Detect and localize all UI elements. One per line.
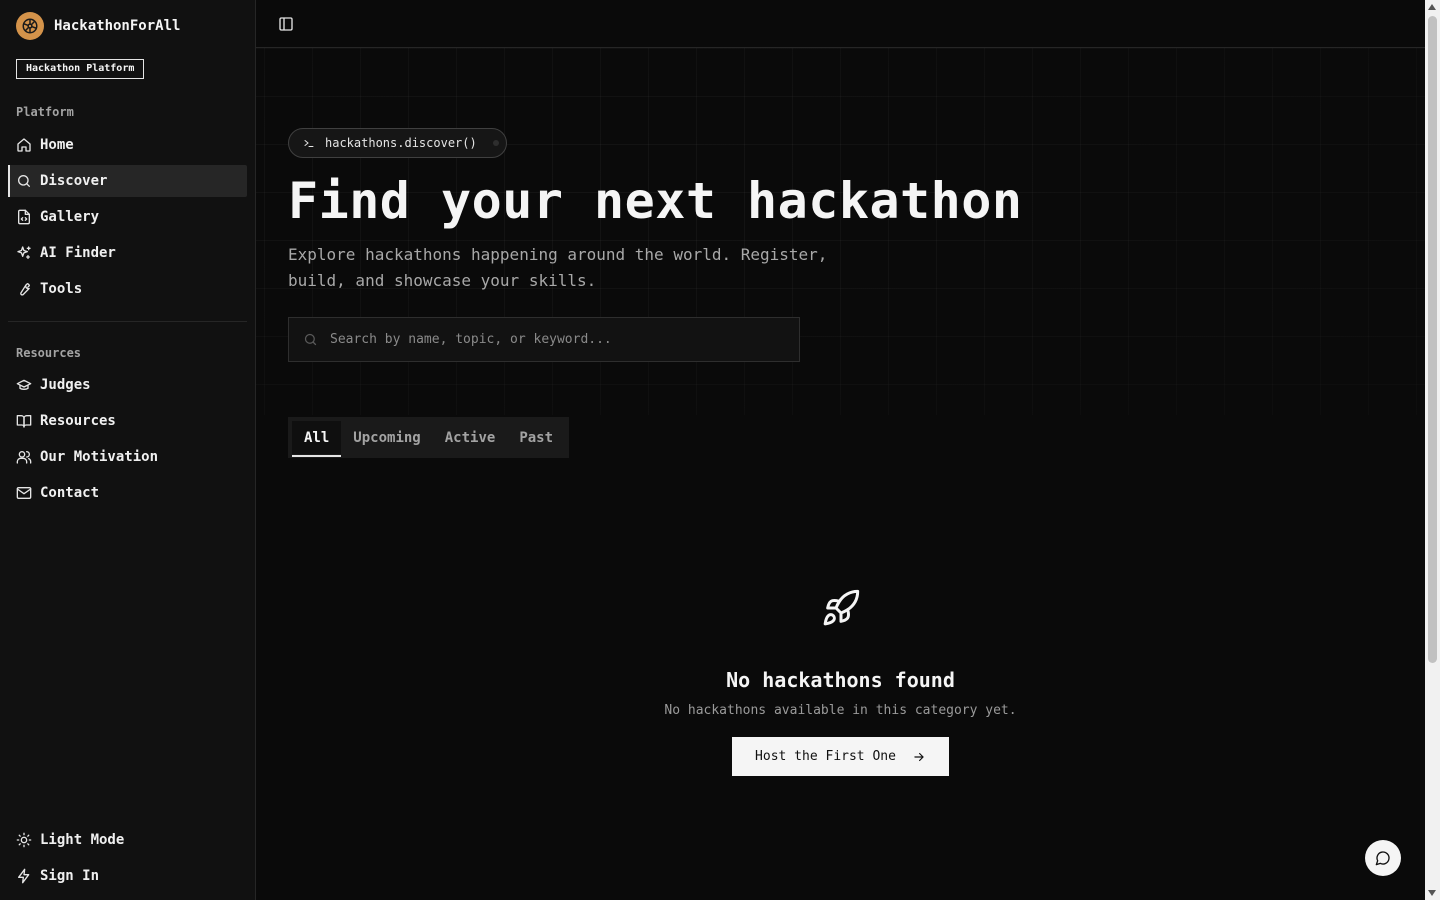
mail-icon (16, 487, 32, 499)
message-circle-icon (1375, 851, 1390, 866)
zap-icon (18, 868, 30, 884)
sidebar-item-home[interactable]: Home (8, 129, 247, 161)
command-text: hackathons.discover() (325, 136, 477, 150)
terminal-icon (304, 140, 314, 147)
home-icon (17, 138, 31, 152)
wrench-icon (20, 283, 30, 296)
scroll-up-arrow[interactable] (1428, 4, 1436, 10)
search-icon (18, 175, 30, 187)
platform-section-label: Platform (16, 105, 74, 119)
sidebar-item-label: Resources (40, 413, 116, 429)
empty-state: No hackathons found No hackathons availa… (256, 588, 1425, 776)
search-box (288, 317, 800, 362)
users-icon (16, 451, 32, 464)
graduation-cap-icon (16, 379, 32, 390)
sidebar-item-judges[interactable]: Judges (8, 369, 247, 401)
host-first-button[interactable]: Host the First One (732, 737, 949, 776)
sparkles-icon (17, 246, 31, 259)
sidebar-item-label: Contact (40, 485, 100, 501)
chat-button[interactable] (1365, 840, 1401, 876)
rocket-icon (823, 589, 859, 626)
command-pill: hackathons.discover() (288, 128, 507, 158)
host-first-button-label: Host the First One (755, 749, 896, 764)
scrollbar-thumb[interactable] (1428, 16, 1437, 663)
sidebar-item-ai-finder[interactable]: AI Finder (8, 237, 247, 269)
sidebar-item-label: Our Motivation (40, 449, 159, 465)
sidebar-item-resources[interactable]: Resources (8, 405, 247, 437)
sign-in-button[interactable]: Sign In (8, 860, 247, 892)
platform-badge: Hackathon Platform (16, 59, 145, 79)
sun-icon (16, 832, 32, 848)
search-input[interactable] (330, 332, 770, 347)
empty-state-title: No hackathons found (726, 668, 955, 692)
sidebar-item-contact[interactable]: Contact (8, 477, 247, 509)
sidebar-item-label: Judges (40, 377, 91, 393)
sidebar-item-gallery[interactable]: Gallery (8, 201, 247, 233)
sidebar: HackathonForAll Hackathon Platform Platf… (0, 0, 256, 900)
panel-left-icon (279, 17, 293, 31)
sidebar-item-label: Discover (40, 173, 108, 189)
tab-all[interactable]: All (292, 421, 342, 457)
arrow-right-icon (914, 752, 924, 761)
sidebar-item-label: AI Finder (40, 245, 116, 261)
empty-state-description: No hackathons available in this category… (664, 703, 1017, 718)
sidebar-item-label: Tools (40, 281, 83, 297)
logo-icon (16, 12, 44, 40)
tab-past[interactable]: Past (507, 421, 565, 454)
file-code-icon (18, 209, 30, 225)
status-dot (492, 140, 499, 146)
sidebar-item-label: Sign In (40, 868, 100, 884)
page-title: Find your next hackathon (288, 172, 1023, 230)
sidebar-divider (8, 321, 247, 322)
sidebar-item-label: Gallery (40, 209, 100, 225)
brand-name: HackathonForAll (54, 18, 181, 34)
sidebar-item-tools[interactable]: Tools (8, 273, 247, 305)
sidebar-item-label: Home (40, 137, 74, 153)
sidebar-item-label: Light Mode (40, 832, 125, 848)
page-scrollbar[interactable] (1425, 0, 1440, 900)
topbar (256, 0, 1425, 48)
scroll-down-arrow[interactable] (1428, 890, 1436, 896)
tab-active[interactable]: Active (433, 421, 508, 454)
resources-section-label: Resources (16, 346, 82, 360)
filter-tabs: All Upcoming Active Past (288, 417, 569, 458)
light-mode-toggle[interactable]: Light Mode (8, 824, 247, 856)
search-icon (304, 333, 317, 346)
sidebar-item-discover[interactable]: Discover (8, 165, 247, 197)
brand[interactable]: HackathonForAll (16, 12, 180, 40)
sidebar-toggle-button[interactable] (276, 14, 296, 34)
page-subtitle: Explore hackathons happening around the … (288, 245, 828, 290)
tab-upcoming[interactable]: Upcoming (341, 421, 432, 454)
book-open-icon (16, 415, 32, 428)
sidebar-item-our-motivation[interactable]: Our Motivation (8, 441, 247, 473)
main-content: hackathons.discover() Find your next hac… (256, 0, 1425, 900)
